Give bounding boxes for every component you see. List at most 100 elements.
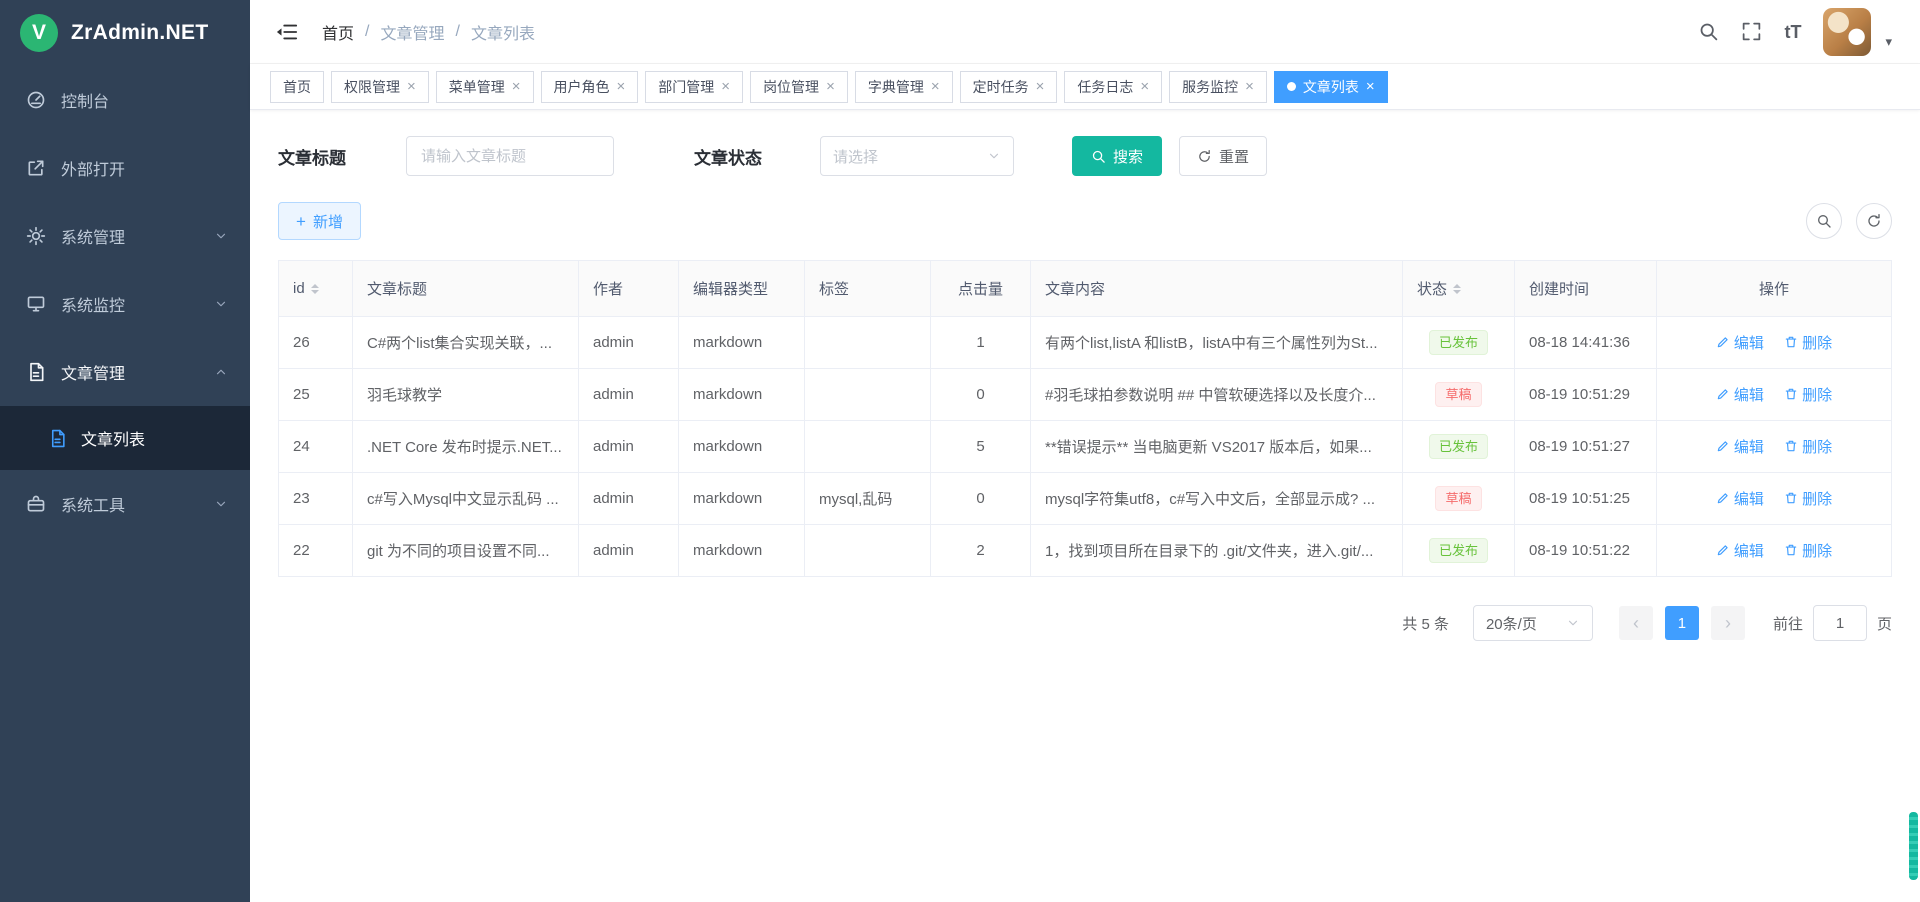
chevron-down-icon: [1566, 616, 1580, 630]
cell-author: admin: [579, 525, 679, 577]
close-icon[interactable]: ×: [1366, 79, 1375, 94]
cell-title: 羽毛球教学: [353, 369, 579, 421]
sort-icon[interactable]: [1453, 280, 1461, 298]
cell-actions: 编辑 删除: [1657, 421, 1892, 473]
scrollbar-thumb[interactable]: [1909, 812, 1918, 880]
sidebar-item-label: 系统工具: [61, 492, 125, 516]
document-icon: [26, 362, 46, 382]
sidebar-item-system-management[interactable]: 系统管理: [0, 202, 250, 270]
fullscreen-icon: [1741, 21, 1762, 42]
sidebar-toggle-button[interactable]: [276, 21, 298, 43]
article-table: id 文章标题 作者 编辑器类型 标签 点击量 文章内容 状态 创建时间 操作 …: [278, 260, 1892, 577]
font-size-button[interactable]: tT: [1784, 23, 1801, 41]
close-icon[interactable]: ×: [617, 79, 626, 94]
sidebar-item-system-tools[interactable]: 系统工具: [0, 470, 250, 538]
close-icon[interactable]: ×: [826, 79, 835, 94]
cell-content: 有两个list,listA 和listB，listA中有三个属性列为St...: [1031, 317, 1403, 369]
tab-scheduled-jobs[interactable]: 定时任务 ×: [960, 71, 1058, 103]
select-placeholder: 请选择: [833, 146, 878, 167]
toggle-search-button[interactable]: [1806, 203, 1842, 239]
column-header-id[interactable]: id: [279, 261, 353, 317]
search-icon: [1816, 213, 1832, 229]
cell-content: **错误提示** 当电脑更新 VS2017 版本后，如果...: [1031, 421, 1403, 473]
tab-user-roles[interactable]: 用户角色 ×: [541, 71, 639, 103]
breadcrumb-home[interactable]: 首页: [322, 20, 354, 44]
column-header-status[interactable]: 状态: [1403, 261, 1515, 317]
page-size-select[interactable]: 20条/页: [1473, 605, 1593, 641]
cell-clicks: 1: [931, 317, 1031, 369]
search-button[interactable]: 搜索: [1072, 136, 1162, 176]
reset-button-label: 重置: [1219, 146, 1249, 167]
page-number-button[interactable]: 1: [1665, 606, 1699, 640]
logo-icon: V: [20, 14, 58, 52]
cell-tags: mysql,乱码: [805, 473, 931, 525]
cell-author: admin: [579, 317, 679, 369]
cell-editor-type: markdown: [679, 369, 805, 421]
sidebar-item-label: 文章管理: [61, 360, 125, 384]
tab-label: 文章列表: [1303, 77, 1359, 97]
cell-tags: [805, 369, 931, 421]
tab-service-monitor[interactable]: 服务监控 ×: [1169, 71, 1267, 103]
article-submenu: 文章列表: [0, 406, 250, 470]
avatar[interactable]: [1823, 8, 1871, 56]
fullscreen-button[interactable]: [1741, 21, 1762, 42]
close-icon[interactable]: ×: [1036, 79, 1045, 94]
close-icon[interactable]: ×: [407, 79, 416, 94]
sort-icon[interactable]: [311, 280, 319, 298]
close-icon[interactable]: ×: [1245, 79, 1254, 94]
article-title-input[interactable]: [406, 136, 614, 176]
cell-actions: 编辑 删除: [1657, 317, 1892, 369]
tab-menus[interactable]: 菜单管理 ×: [436, 71, 534, 103]
delete-button[interactable]: 删除: [1784, 384, 1832, 405]
delete-button[interactable]: 删除: [1784, 436, 1832, 457]
column-header-clicks: 点击量: [931, 261, 1031, 317]
edit-button[interactable]: 编辑: [1716, 540, 1764, 561]
sidebar-item-system-monitor[interactable]: 系统监控: [0, 270, 250, 338]
document-icon: [48, 429, 67, 448]
tab-home[interactable]: 首页: [270, 71, 324, 103]
tab-departments[interactable]: 部门管理 ×: [645, 71, 743, 103]
table-row: 23 c#写入Mysql中文显示乱码 ... admin markdown my…: [279, 473, 1892, 525]
delete-button[interactable]: 删除: [1784, 540, 1832, 561]
sidebar-item-label: 系统管理: [61, 224, 125, 248]
app-title: ZrAdmin.NET: [71, 21, 208, 45]
delete-button[interactable]: 删除: [1784, 488, 1832, 509]
goto-page-input[interactable]: [1813, 605, 1867, 641]
pencil-icon: [1716, 491, 1730, 505]
column-header-author: 作者: [579, 261, 679, 317]
cell-clicks: 0: [931, 369, 1031, 421]
article-status-select[interactable]: 请选择: [820, 136, 1014, 176]
close-icon[interactable]: ×: [1140, 79, 1149, 94]
edit-button[interactable]: 编辑: [1716, 436, 1764, 457]
edit-button[interactable]: 编辑: [1716, 488, 1764, 509]
header-search-button[interactable]: [1698, 21, 1719, 42]
tab-permissions[interactable]: 权限管理 ×: [331, 71, 429, 103]
cell-actions: 编辑 删除: [1657, 525, 1892, 577]
add-button[interactable]: + 新增: [278, 202, 361, 240]
prev-page-button[interactable]: ‹: [1619, 606, 1653, 640]
close-icon[interactable]: ×: [721, 79, 730, 94]
sidebar-item-dashboard[interactable]: 控制台: [0, 66, 250, 134]
tab-article-list[interactable]: 文章列表 ×: [1274, 71, 1388, 103]
cell-id: 25: [279, 369, 353, 421]
sidebar-item-article-list[interactable]: 文章列表: [0, 406, 250, 470]
cell-title: C#两个list集合实现关联，...: [353, 317, 579, 369]
tab-dictionaries[interactable]: 字典管理 ×: [855, 71, 953, 103]
refresh-table-button[interactable]: [1856, 203, 1892, 239]
close-icon[interactable]: ×: [512, 79, 521, 94]
table-toolbar: + 新增: [278, 202, 1892, 240]
delete-button[interactable]: 删除: [1784, 332, 1832, 353]
edit-button[interactable]: 编辑: [1716, 384, 1764, 405]
sidebar-item-article-management[interactable]: 文章管理: [0, 338, 250, 406]
reset-button[interactable]: 重置: [1179, 136, 1267, 176]
avatar-dropdown-caret-icon[interactable]: ▾: [1885, 34, 1892, 56]
tab-posts[interactable]: 岗位管理 ×: [750, 71, 848, 103]
tab-job-logs[interactable]: 任务日志 ×: [1064, 71, 1162, 103]
edit-button[interactable]: 编辑: [1716, 332, 1764, 353]
sidebar-item-external-open[interactable]: 外部打开: [0, 134, 250, 202]
close-icon[interactable]: ×: [931, 79, 940, 94]
cell-title: c#写入Mysql中文显示乱码 ...: [353, 473, 579, 525]
next-page-button[interactable]: ›: [1711, 606, 1745, 640]
breadcrumb-article-management[interactable]: 文章管理: [380, 20, 444, 44]
cell-title: git 为不同的项目设置不同...: [353, 525, 579, 577]
